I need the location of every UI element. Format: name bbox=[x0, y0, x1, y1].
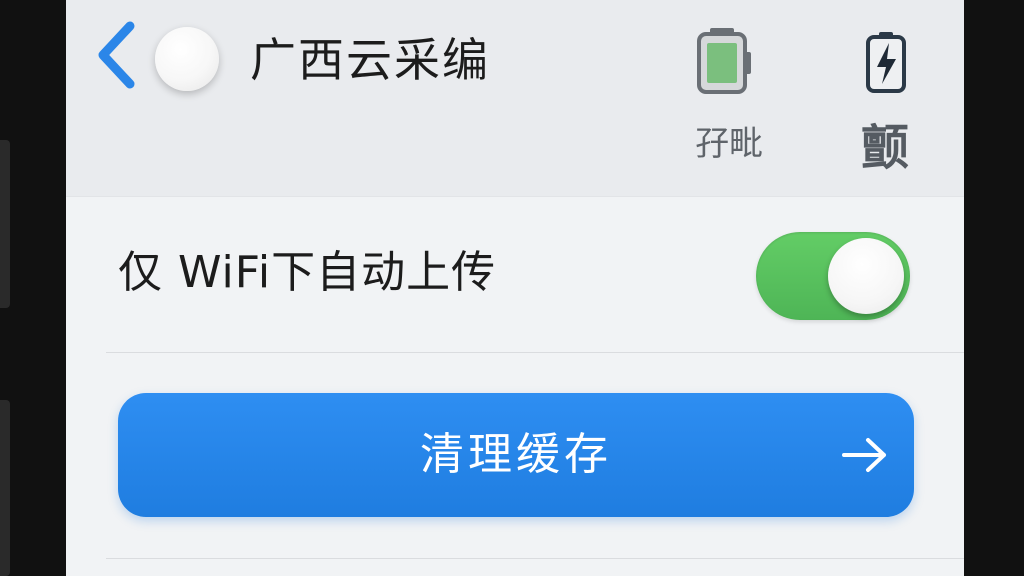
status-action-button[interactable]: 孖毗 bbox=[684, 28, 774, 168]
wifi-upload-label: 仅 WiFi下自动上传 bbox=[118, 247, 497, 298]
battery-charging-icon bbox=[866, 32, 906, 93]
header-bar: 广西云采编 孖毗 颤 bbox=[66, 0, 964, 197]
wifi-upload-row: 仅 WiFi下自动上传 bbox=[106, 198, 964, 353]
power-action-label: 颤 bbox=[860, 120, 909, 176]
page-title: 广西云采编 bbox=[250, 33, 490, 87]
clear-cache-button[interactable]: 清理缓存 bbox=[118, 393, 914, 517]
power-action-button[interactable]: 颤 bbox=[840, 28, 930, 176]
arrow-right-icon bbox=[842, 438, 886, 472]
side-button-upper bbox=[0, 140, 10, 308]
toggle-knob bbox=[828, 238, 904, 314]
bottom-divider bbox=[106, 558, 964, 559]
status-action-label: 孖毗 bbox=[695, 124, 763, 164]
chevron-left-icon bbox=[98, 21, 135, 89]
battery-status-icon bbox=[697, 28, 751, 94]
wifi-upload-toggle[interactable] bbox=[756, 232, 910, 320]
clear-cache-label: 清理缓存 bbox=[420, 429, 612, 480]
side-button-lower bbox=[0, 400, 10, 576]
phone-screen: 广西云采编 孖毗 颤 仅 WiFi下自动上传 清理缓存 bbox=[66, 0, 964, 576]
back-button[interactable] bbox=[94, 20, 140, 90]
avatar[interactable] bbox=[155, 27, 219, 91]
